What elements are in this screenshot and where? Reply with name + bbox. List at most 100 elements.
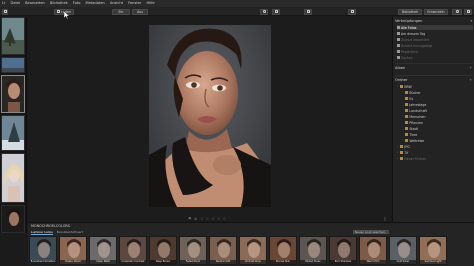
folder-icon: [400, 157, 403, 160]
albums-header[interactable]: Alben +: [395, 65, 473, 71]
folder-label: Landschaft: [409, 108, 427, 113]
tab-custom[interactable]: Benutzerdefiniert: [57, 230, 83, 234]
expand-chevron-icon[interactable]: ›: [397, 85, 399, 88]
thumbnail-dark-portrait[interactable]: [1, 205, 25, 233]
folder-item[interactable]: Jahrestage: [402, 102, 474, 107]
folder-item[interactable]: Bücher: [402, 90, 474, 95]
shortcut-item[interactable]: Papierkorb: [397, 49, 473, 54]
folder-icon: [405, 109, 408, 112]
zoom-icon: [262, 10, 266, 13]
look-preset[interactable]: Clean B&W: [89, 236, 117, 265]
folder-item[interactable]: Ex: [402, 96, 474, 101]
folder-item[interactable]: Tiere: [402, 132, 474, 137]
shortcut-item[interactable]: Zuletzt importiert: [397, 37, 473, 42]
look-preset[interactable]: Classic Warm: [59, 236, 87, 265]
shortcuts-header[interactable]: Verknüpfungen ▾: [395, 18, 473, 24]
folder-label: BRW: [404, 84, 412, 89]
folder-item[interactable]: Menschen: [402, 114, 474, 119]
look-preset-name: B-Gradient Schatten: [30, 260, 56, 264]
fullscreen-button[interactable]: [348, 8, 356, 15]
view-mode-right-label: Aus: [137, 9, 143, 14]
look-preset[interactable]: Cinematic Contrast: [119, 236, 147, 265]
menu-item-help[interactable]: Hilfe: [146, 0, 154, 7]
look-preset[interactable]: Muted Tones: [299, 236, 327, 265]
folder-icon: [405, 133, 408, 136]
sidebar-toggle-button[interactable]: [2, 8, 8, 15]
library-tab-button[interactable]: Bibliothek: [398, 8, 422, 15]
panel-toggle-button[interactable]: [464, 8, 472, 15]
landscape-image: [2, 18, 24, 54]
folder-item[interactable]: Pflanzen: [402, 120, 474, 125]
look-preset-name: Warm Film: [360, 260, 386, 264]
portrait-photo: [149, 25, 271, 207]
folder-item[interactable]: › JPG: [397, 144, 473, 149]
look-preset[interactable]: Portrait Glow: [239, 236, 267, 265]
panel-icon: [466, 10, 470, 13]
look-preset-name: Clean B&W: [90, 260, 116, 264]
thumbnail-sky[interactable]: [1, 57, 25, 73]
thumbnail-portrait-selected[interactable]: [1, 75, 25, 113]
look-preset-name: Faded Mood: [180, 260, 206, 264]
menu-item-view[interactable]: Ansicht: [110, 0, 123, 7]
tab-luminar-looks[interactable]: Luminar Looks: [31, 230, 53, 235]
thumbnail-blonde-woman[interactable]: [1, 153, 25, 203]
folder-item[interactable]: Weltreise: [402, 138, 474, 143]
shortcut-item[interactable]: Am diesem Tag: [397, 31, 473, 36]
view-mode-left-button[interactable]: Ein: [112, 8, 130, 15]
view-mode-right-button[interactable]: Aus: [132, 8, 148, 15]
folder-item[interactable]: › Tif: [397, 150, 473, 155]
folder-label: Ex: [409, 96, 414, 101]
look-preset[interactable]: B-Gradient Schatten: [29, 236, 57, 265]
folder-item[interactable]: › BRW: [397, 84, 473, 89]
shortcut-item[interactable]: Zuletzt hinzugefügt: [397, 43, 473, 48]
look-preset[interactable]: Neutral Soft: [209, 236, 237, 265]
folder-item[interactable]: Stadt: [402, 126, 474, 131]
develop-tab-button[interactable]: Entwickeln: [424, 8, 448, 15]
right-sidebar: Verknüpfungen ▾ Alben + Ordner + Alle Fo…: [392, 17, 474, 222]
folders-header[interactable]: Ordner +: [395, 77, 473, 83]
look-preset[interactable]: Deep Brown: [149, 236, 177, 265]
look-preset[interactable]: Rich Shadows: [329, 236, 357, 265]
compare-button[interactable]: [304, 8, 312, 15]
look-preset[interactable]: Summer Light: [419, 236, 447, 265]
add-folder-icon[interactable]: +: [469, 77, 472, 83]
menu-item-app[interactable]: Lr: [2, 0, 5, 7]
expand-chevron-icon[interactable]: ›: [397, 151, 399, 154]
undo-button[interactable]: [272, 8, 280, 15]
expand-chevron-icon[interactable]: ›: [397, 157, 399, 160]
shortcut-item[interactable]: Alle Fotos: [397, 25, 473, 31]
menu-item-metadata[interactable]: Metadaten: [86, 0, 105, 7]
menu-item-photo[interactable]: Foto: [73, 0, 81, 7]
look-preset[interactable]: Bronze Skin: [269, 236, 297, 265]
image-canvas[interactable]: [28, 17, 391, 216]
folder-item[interactable]: › Neuer Ordner: [397, 156, 473, 161]
menu-item-library[interactable]: Bibliothek: [50, 0, 68, 7]
shortcut-item[interactable]: Suchen: [397, 55, 473, 60]
thumbnail-winter[interactable]: [1, 115, 25, 151]
folder-item[interactable]: Landschaft: [402, 108, 474, 113]
info-button[interactable]: [452, 8, 462, 15]
sky-image: [2, 58, 24, 72]
main-photo[interactable]: [149, 25, 271, 207]
menu-item-file[interactable]: Datei: [10, 0, 20, 7]
looks-strip: B-Gradient Schatten Classic Warm Clean B&W…: [28, 235, 474, 266]
look-preset[interactable]: Warm Film: [359, 236, 387, 265]
collapse-icon[interactable]: ▾: [470, 18, 472, 24]
thumbnail-landscape-tree[interactable]: [1, 17, 25, 55]
menu-bar: Lr Datei Bearbeiten Bibliothek Foto Meta…: [0, 0, 474, 7]
menu-item-edit[interactable]: Bearbeiten: [25, 0, 45, 7]
save-look-dropdown[interactable]: Neuen Look speichern: [353, 229, 389, 234]
zoom-button[interactable]: [260, 8, 268, 15]
look-preset[interactable]: Cold Silver: [389, 236, 417, 265]
folder-icon: [400, 151, 403, 154]
shortcut-label: Zuletzt importiert: [400, 37, 430, 42]
photos-icon: [397, 38, 400, 41]
look-preset[interactable]: Faded Mood: [179, 236, 207, 265]
look-preset-name: Muted Tones: [300, 260, 326, 264]
look-preset-name: Classic Warm: [60, 260, 86, 264]
menu-item-window[interactable]: Fenster: [128, 0, 141, 7]
add-album-icon[interactable]: +: [469, 65, 472, 71]
folder-label: Weltreise: [409, 138, 425, 143]
folder-icon: [405, 127, 408, 130]
expand-chevron-icon[interactable]: ›: [397, 145, 399, 148]
